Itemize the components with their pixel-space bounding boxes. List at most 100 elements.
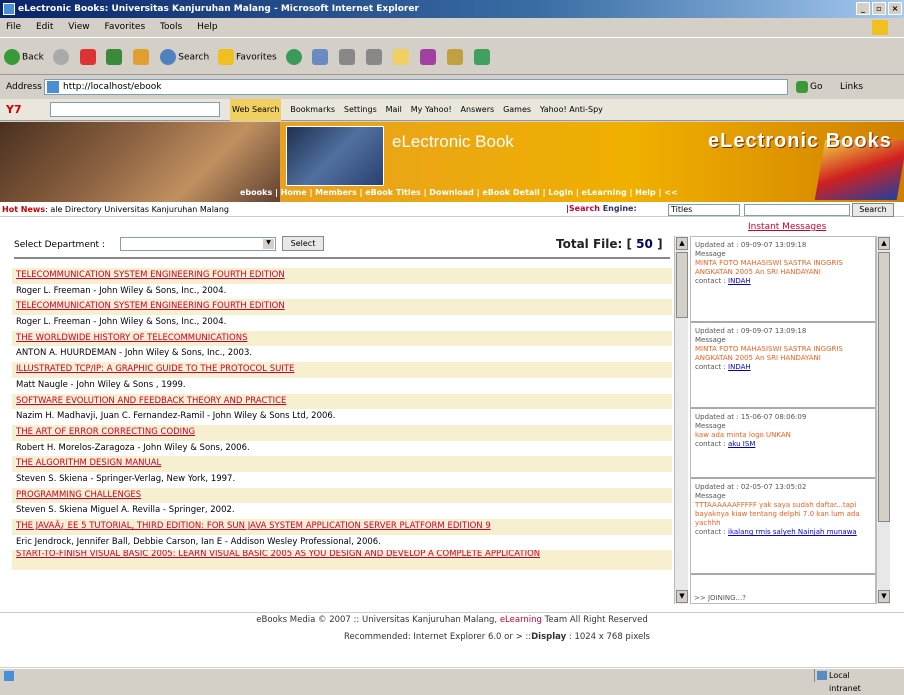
forward-button[interactable] <box>52 48 71 65</box>
scroll-down-icon[interactable]: ▼ <box>878 590 890 603</box>
minimize-icon[interactable]: _ <box>856 2 870 15</box>
scroll-thumb[interactable] <box>878 252 890 522</box>
book-list-scrollbar[interactable]: ▲ ▼ <box>674 236 688 604</box>
chevron-down-icon: ▼ <box>263 239 274 249</box>
edit-button[interactable] <box>366 48 384 65</box>
menu-tools[interactable]: Tools <box>160 22 182 32</box>
book-author: Matt Naugle - John Wiley & Sons , 1999. <box>12 377 672 394</box>
browser-toolbar: Back Search Favorites <box>0 37 904 75</box>
address-field[interactable]: http://localhost/ebook <box>44 79 788 95</box>
book-title-link[interactable]: TELECOMMUNICATION SYSTEM ENGINEERING FOU… <box>12 299 672 316</box>
stop-button[interactable] <box>79 48 98 65</box>
my-yahoo-button[interactable]: My Yahoo! <box>411 99 452 121</box>
search-type-select[interactable]: Titles <box>668 204 740 216</box>
back-button[interactable]: Back <box>4 48 44 65</box>
search-icon <box>160 48 177 65</box>
menu-favorites[interactable]: Favorites <box>104 22 145 32</box>
footer-recommended: Recommended: Internet Explorer 6.0 or > … <box>344 632 650 642</box>
book-title-link[interactable]: TELECOMMUNICATION SYSTEM ENGINEERING FOU… <box>12 268 672 284</box>
book-title-link[interactable]: START-TO-FINISH VISUAL BASIC 2005: LEARN… <box>12 550 672 571</box>
maximize-icon[interactable]: ▫ <box>872 2 886 15</box>
status-bar: Local intranet <box>0 668 904 693</box>
messenger-button[interactable] <box>419 48 438 65</box>
search-button[interactable]: Search <box>160 48 209 65</box>
menu-edit[interactable]: Edit <box>36 22 53 32</box>
book-list: TELECOMMUNICATION SYSTEM ENGINEERING FOU… <box>12 268 672 571</box>
page-status-icon <box>4 671 14 681</box>
menu-bar: File Edit View Favorites Tools Help <box>0 19 904 36</box>
book-author: Roger L. Freeman - John Wiley & Sons, In… <box>12 283 672 300</box>
research-icon <box>446 48 463 65</box>
home-button[interactable] <box>133 48 151 65</box>
edit-icon <box>366 48 383 65</box>
instant-messages-link[interactable]: Instant Messages <box>748 222 826 232</box>
book-author: Steven S. Skiena - Springer-Verlag, New … <box>12 471 672 488</box>
messenger-icon <box>419 48 436 65</box>
menu-file[interactable]: File <box>6 22 21 32</box>
close-icon[interactable]: × <box>888 2 902 15</box>
book-title-link[interactable]: THE ART OF ERROR CORRECTING CODING <box>12 424 672 441</box>
search-submit-button[interactable]: Search <box>852 203 894 217</box>
divider <box>14 257 670 259</box>
mail-yahoo-button[interactable]: Mail <box>386 99 402 121</box>
answers-button[interactable]: Answers <box>461 99 495 121</box>
refresh-icon <box>106 48 123 65</box>
yahoo-logo[interactable]: Y7 <box>6 103 22 116</box>
refresh-button[interactable] <box>106 48 124 65</box>
mail-button[interactable] <box>312 48 330 65</box>
book-title-link[interactable]: SOFTWARE EVOLUTION AND FEEDBACK THEORY A… <box>12 393 672 410</box>
research-button[interactable] <box>446 48 465 65</box>
book-title-link[interactable]: THE JAVAÂ¿ EE 5 TUTORIAL, THIRD EDITION:… <box>12 519 672 535</box>
book-title-link[interactable]: ILLUSTRATED TCP/IP: A GRAPHIC GUIDE TO T… <box>12 362 672 378</box>
windows-logo-icon <box>872 20 888 35</box>
book-title-link[interactable]: THE ALGORITHM DESIGN MANUAL <box>12 456 672 472</box>
department-select[interactable]: ▼ <box>120 237 276 251</box>
folder-button[interactable] <box>393 48 411 65</box>
print-button[interactable] <box>339 48 357 65</box>
search-input[interactable] <box>744 204 850 216</box>
select-button[interactable]: Select <box>282 236 324 251</box>
message-item: Updated at : 09-09-07 13:09:18 Message M… <box>691 237 875 323</box>
window-titlebar: eLectronic Books: Universitas Kanjuruhan… <box>0 0 904 18</box>
scroll-thumb[interactable] <box>676 252 688 318</box>
book-author: Nazim H. Madhavji, Juan C. Fernandez-Ram… <box>12 409 672 425</box>
book-author: Roger L. Freeman - John Wiley & Sons, In… <box>12 315 672 331</box>
scroll-up-icon[interactable]: ▲ <box>878 237 890 250</box>
message-item: Updated at : 09-09-07 13:09:18 Message M… <box>691 323 875 409</box>
antispy-button[interactable]: Yahoo! Anti-Spy <box>540 99 603 121</box>
intranet-icon <box>817 671 827 680</box>
search-engine-label: |Search Engine: <box>566 204 637 213</box>
bookmarks-button[interactable]: Bookmarks <box>290 99 335 121</box>
book-author: Robert H. Morelos-Zaragoza - John Wiley … <box>12 440 672 457</box>
yahoo-search-input[interactable] <box>50 102 220 117</box>
print-icon <box>339 48 356 65</box>
links-button[interactable]: Links <box>840 76 863 98</box>
address-label: Address <box>6 82 42 92</box>
settings-button[interactable]: Settings <box>344 99 377 121</box>
go-arrow-icon <box>796 80 808 93</box>
games-button[interactable]: Games <box>503 99 531 121</box>
history-icon <box>285 48 302 65</box>
menu-view[interactable]: View <box>68 22 89 32</box>
window-title: eLectronic Books: Universitas Kanjuruhan… <box>18 4 419 14</box>
instant-messages-panel: Updated at : 09-09-07 13:09:18 Message M… <box>690 236 876 604</box>
menu-help[interactable]: Help <box>197 22 218 32</box>
book-title-link[interactable]: THE WORLDWIDE HISTORY OF TELECOMMUNICATI… <box>12 330 672 347</box>
go-button[interactable]: Go <box>796 76 822 98</box>
messages-scrollbar[interactable]: ▲ ▼ <box>876 236 890 604</box>
footer-copyright: eBooks Media © 2007 :: Universitas Kanju… <box>0 612 904 625</box>
mail-icon <box>312 48 329 65</box>
hot-news-label: Hot News <box>2 205 46 214</box>
home-icon <box>133 48 150 65</box>
web-search-button[interactable]: Web Search <box>230 99 282 121</box>
total-file: Total File: [ 50 ] <box>556 237 663 251</box>
site-nav[interactable]: ebooks | Home | Members | eBook Titles |… <box>240 188 678 197</box>
scroll-up-icon[interactable]: ▲ <box>676 237 688 250</box>
scroll-down-icon[interactable]: ▼ <box>676 590 688 603</box>
back-arrow-icon <box>4 48 20 65</box>
favorites-button[interactable]: Favorites <box>218 48 277 65</box>
discuss-button[interactable] <box>473 48 492 65</box>
history-button[interactable] <box>285 48 304 65</box>
book-title-link[interactable]: PROGRAMMING CHALLENGES <box>12 487 672 504</box>
discuss-icon <box>473 48 490 65</box>
